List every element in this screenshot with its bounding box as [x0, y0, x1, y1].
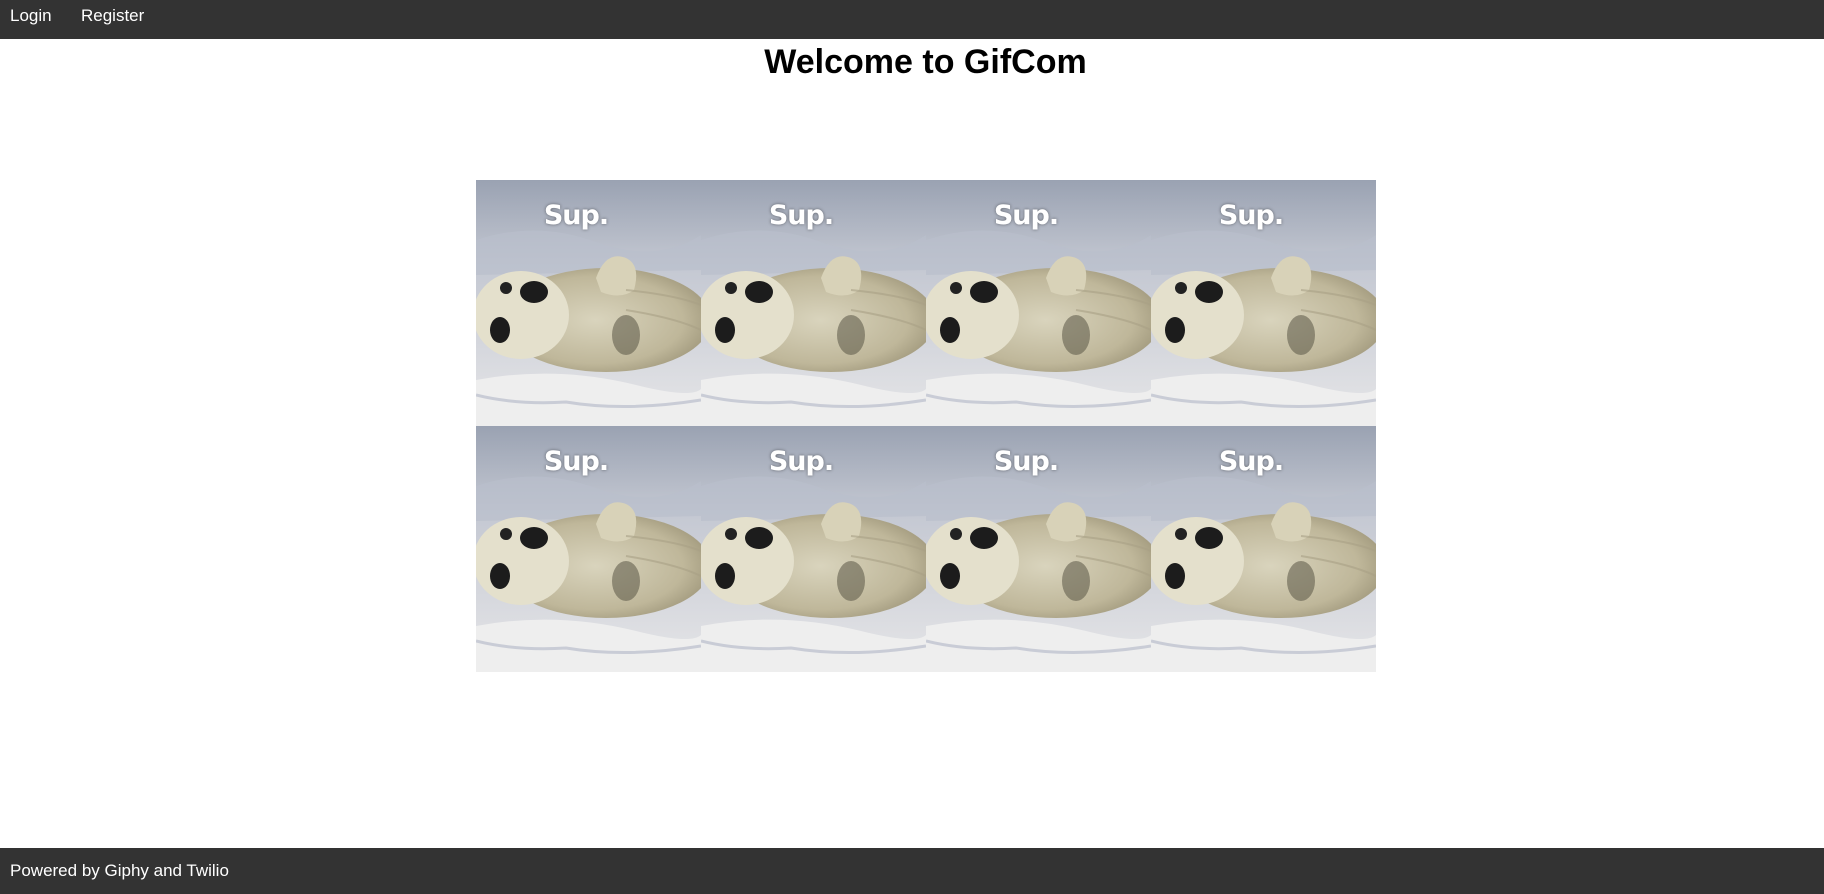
footer-bar: Powered by Giphy and Twilio — [0, 848, 1824, 894]
gif-caption: Sup. — [543, 200, 609, 231]
gif-caption: Sup. — [768, 446, 834, 477]
gif-tile[interactable]: Sup. — [476, 426, 701, 672]
gif-caption: Sup. — [543, 446, 609, 477]
gif-caption: Sup. — [1218, 446, 1284, 477]
login-link[interactable]: Login — [10, 6, 52, 26]
gif-caption: Sup. — [993, 200, 1059, 231]
gif-grid: Sup. Sup. Sup. Sup. Sup. Sup. Sup. Sup. — [476, 180, 1376, 672]
top-nav-bar: Login Register — [0, 0, 1824, 39]
gif-tile[interactable]: Sup. — [1151, 426, 1376, 672]
footer-credit-text: Powered by Giphy and Twilio — [10, 861, 229, 880]
gif-tile[interactable]: Sup. — [926, 426, 1151, 672]
gif-tile[interactable]: Sup. — [701, 426, 926, 672]
gif-tile[interactable]: Sup. — [1151, 180, 1376, 426]
gif-tile[interactable]: Sup. — [926, 180, 1151, 426]
gif-tile[interactable]: Sup. — [701, 180, 926, 426]
page-title: Welcome to GifCom — [764, 43, 1087, 81]
gif-caption: Sup. — [1218, 200, 1284, 231]
gif-tile[interactable]: Sup. — [476, 180, 701, 426]
register-link[interactable]: Register — [81, 6, 144, 26]
gif-caption: Sup. — [768, 200, 834, 231]
gif-caption: Sup. — [993, 446, 1059, 477]
